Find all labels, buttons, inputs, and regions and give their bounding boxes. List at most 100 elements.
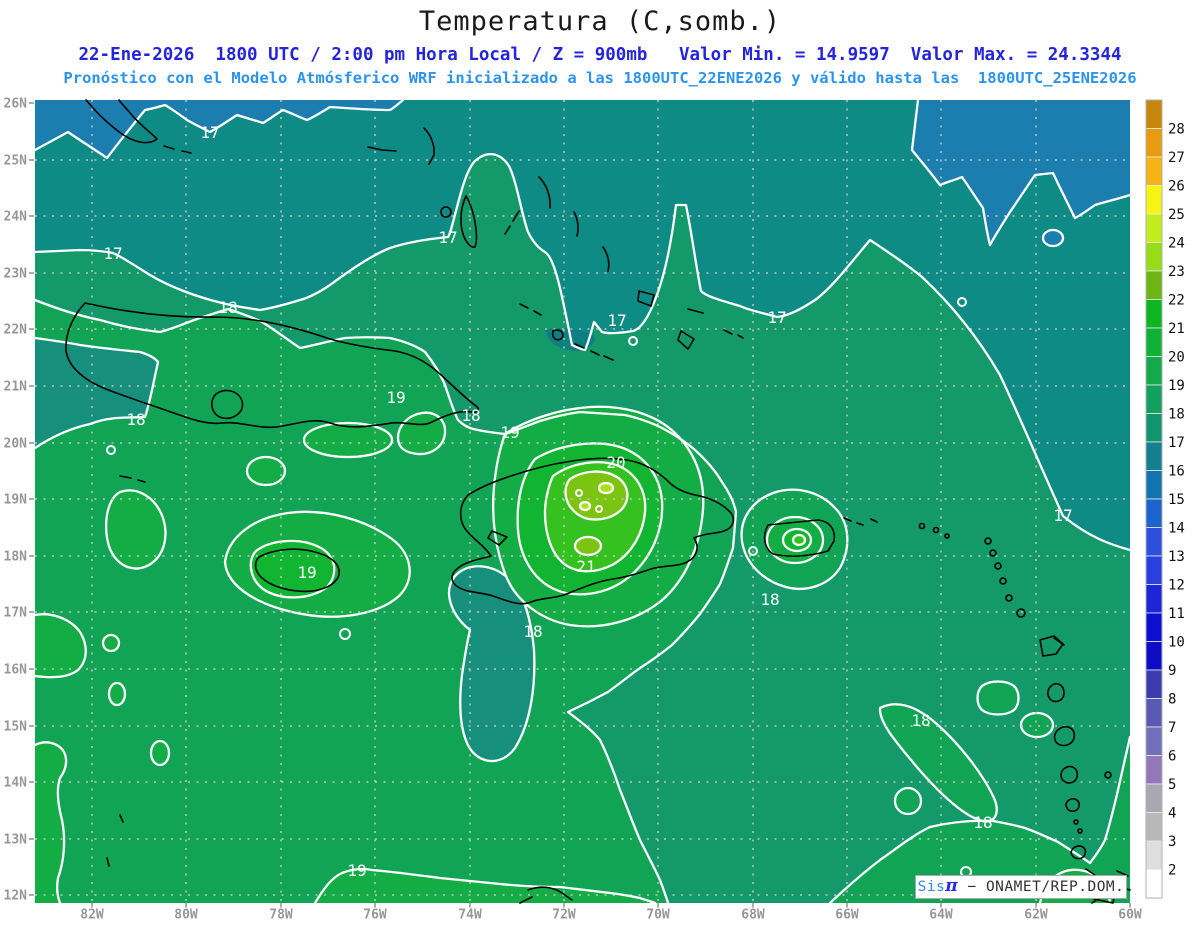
colorbar-segment	[1145, 413, 1163, 443]
fill-warm-cuba-blob-1	[302, 421, 394, 459]
contour-label-18: 18	[218, 298, 237, 317]
colorbar-segment	[1145, 384, 1163, 414]
colorbar-segment	[1145, 641, 1163, 671]
contour-label-17: 17	[607, 311, 626, 330]
contour-label-21: 21	[576, 557, 595, 576]
colorbar-label: 21	[1168, 321, 1185, 337]
contour-label-19: 19	[386, 388, 405, 407]
fill-warm-dot-left-2	[107, 681, 127, 707]
watermark-onamet: − ONAMET/REP.DOM.	[958, 879, 1125, 895]
lat-tick-label: 18N	[4, 550, 28, 565]
fill-green-blob-east-2	[976, 680, 1020, 716]
lat-tick-label: 17N	[4, 606, 28, 621]
colorbar-label: 17	[1168, 435, 1185, 451]
fill-warm-dot-left-3	[149, 739, 171, 767]
colorbar-label: 13	[1168, 549, 1185, 565]
lat-tick-label: 19N	[4, 493, 28, 508]
contour-label-17: 17	[200, 123, 219, 142]
watermark-pi-icon: π	[945, 876, 959, 896]
colorbar-segment	[1145, 755, 1163, 785]
fill-hispaniola-peak-23	[597, 481, 615, 495]
colorbar-label: 25	[1168, 207, 1185, 223]
lat-tick-label: 16N	[4, 663, 28, 678]
contour-label-17: 17	[767, 308, 786, 327]
colorbar-label: 24	[1168, 236, 1185, 252]
fill-hispaniola-peak-23b	[578, 500, 592, 512]
contour-label-17: 17	[103, 244, 122, 263]
colorbar-legend: 2827262524232221201918171615141312111098…	[1145, 99, 1185, 899]
map-canvas: 17 17 17 17 17 17 18 18 18 18 18 18 18 19 19 19 19 20 21 2…	[4, 97, 1185, 923]
contour-label-17: 17	[1053, 506, 1072, 525]
colorbar-segment	[1145, 470, 1163, 500]
colorbar-segment	[1145, 356, 1163, 386]
lat-tick-label: 25N	[4, 154, 28, 169]
colorbar-segment	[1145, 669, 1163, 699]
colorbar-segment	[1145, 840, 1163, 870]
fill-warm-dot-left-1	[101, 633, 121, 653]
colorbar-segment	[1145, 555, 1163, 585]
fill-blue-islet	[1041, 228, 1065, 248]
colorbar-label: 8	[1168, 692, 1176, 708]
lat-tick-label: 20N	[4, 437, 28, 452]
lat-tick-label: 24N	[4, 210, 28, 225]
fill-hispaniola-core-22b	[573, 535, 603, 557]
lon-tick-label: 82W	[80, 908, 104, 923]
lat-tick-label: 26N	[4, 97, 28, 112]
contour-label-17: 17	[438, 228, 457, 247]
lon-tick-label: 80W	[174, 908, 198, 923]
colorbar-segment	[1145, 327, 1163, 357]
colorbar-label: 10	[1168, 635, 1185, 651]
colorbar-segment	[1145, 698, 1163, 728]
fill-green-blob-east-4	[893, 786, 923, 816]
colorbar-segment	[1145, 156, 1163, 186]
contour-label-18: 18	[973, 813, 992, 832]
colorbar-segment	[1145, 441, 1163, 471]
fill-puertorico-core-21	[791, 533, 807, 547]
colorbar-label: 14	[1168, 521, 1185, 537]
fill-green-blob-east-3	[1019, 711, 1055, 739]
colorbar-segment	[1145, 527, 1163, 557]
contour-label-18: 18	[911, 711, 930, 730]
lon-tick-label: 68W	[741, 908, 765, 923]
fill-warm-oval-nw-jamaica	[245, 455, 287, 487]
colorbar-label: 2	[1168, 863, 1176, 879]
colorbar-segment	[1145, 270, 1163, 300]
lon-tick-label: 66W	[835, 908, 859, 923]
colorbar-label: 4	[1168, 806, 1176, 822]
lon-tick-label: 70W	[646, 908, 670, 923]
colorbar-label: 12	[1168, 578, 1185, 594]
colorbar-segment	[1145, 584, 1163, 614]
colorbar-label: 26	[1168, 179, 1185, 195]
contour-label-18: 18	[523, 622, 542, 641]
contour-label-18: 18	[461, 406, 480, 425]
colorbar-segment	[1145, 299, 1163, 329]
weather-chart-figure: Temperatura (C,somb.) 22-Ene-2026 1800 U…	[0, 0, 1200, 927]
colorbar-label: 22	[1168, 293, 1185, 309]
contour-label-18: 18	[760, 590, 779, 609]
lon-tick-label: 62W	[1024, 908, 1048, 923]
colorbar-segment	[1145, 726, 1163, 756]
colorbar-label: 15	[1168, 492, 1185, 508]
colorbar-label: 16	[1168, 464, 1185, 480]
lat-tick-label: 15N	[4, 720, 28, 735]
lat-tick-label: 22N	[4, 323, 28, 338]
colorbar-segment	[1145, 869, 1163, 899]
colorbar-label: 9	[1168, 663, 1176, 679]
colorbar-label: 5	[1168, 777, 1176, 793]
lon-tick-label: 72W	[552, 908, 576, 923]
lon-tick-label: 60W	[1118, 908, 1142, 923]
lat-tick-label: 12N	[4, 889, 28, 904]
colorbar-segment	[1145, 213, 1163, 243]
lon-tick-label: 76W	[363, 908, 387, 923]
lat-tick-label: 23N	[4, 267, 28, 282]
colorbar-segment	[1145, 128, 1163, 158]
colorbar-label: 28	[1168, 122, 1185, 138]
contour-label-18: 18	[126, 410, 145, 429]
contour-label-19: 19	[347, 861, 366, 880]
colorbar-label: 20	[1168, 350, 1185, 366]
colorbar-segment	[1145, 242, 1163, 272]
fill-hispaniola-core-22	[564, 470, 629, 521]
colorbar-segment	[1145, 783, 1163, 813]
colorbar-label: 3	[1168, 834, 1176, 850]
lat-tick-label: 14N	[4, 776, 28, 791]
